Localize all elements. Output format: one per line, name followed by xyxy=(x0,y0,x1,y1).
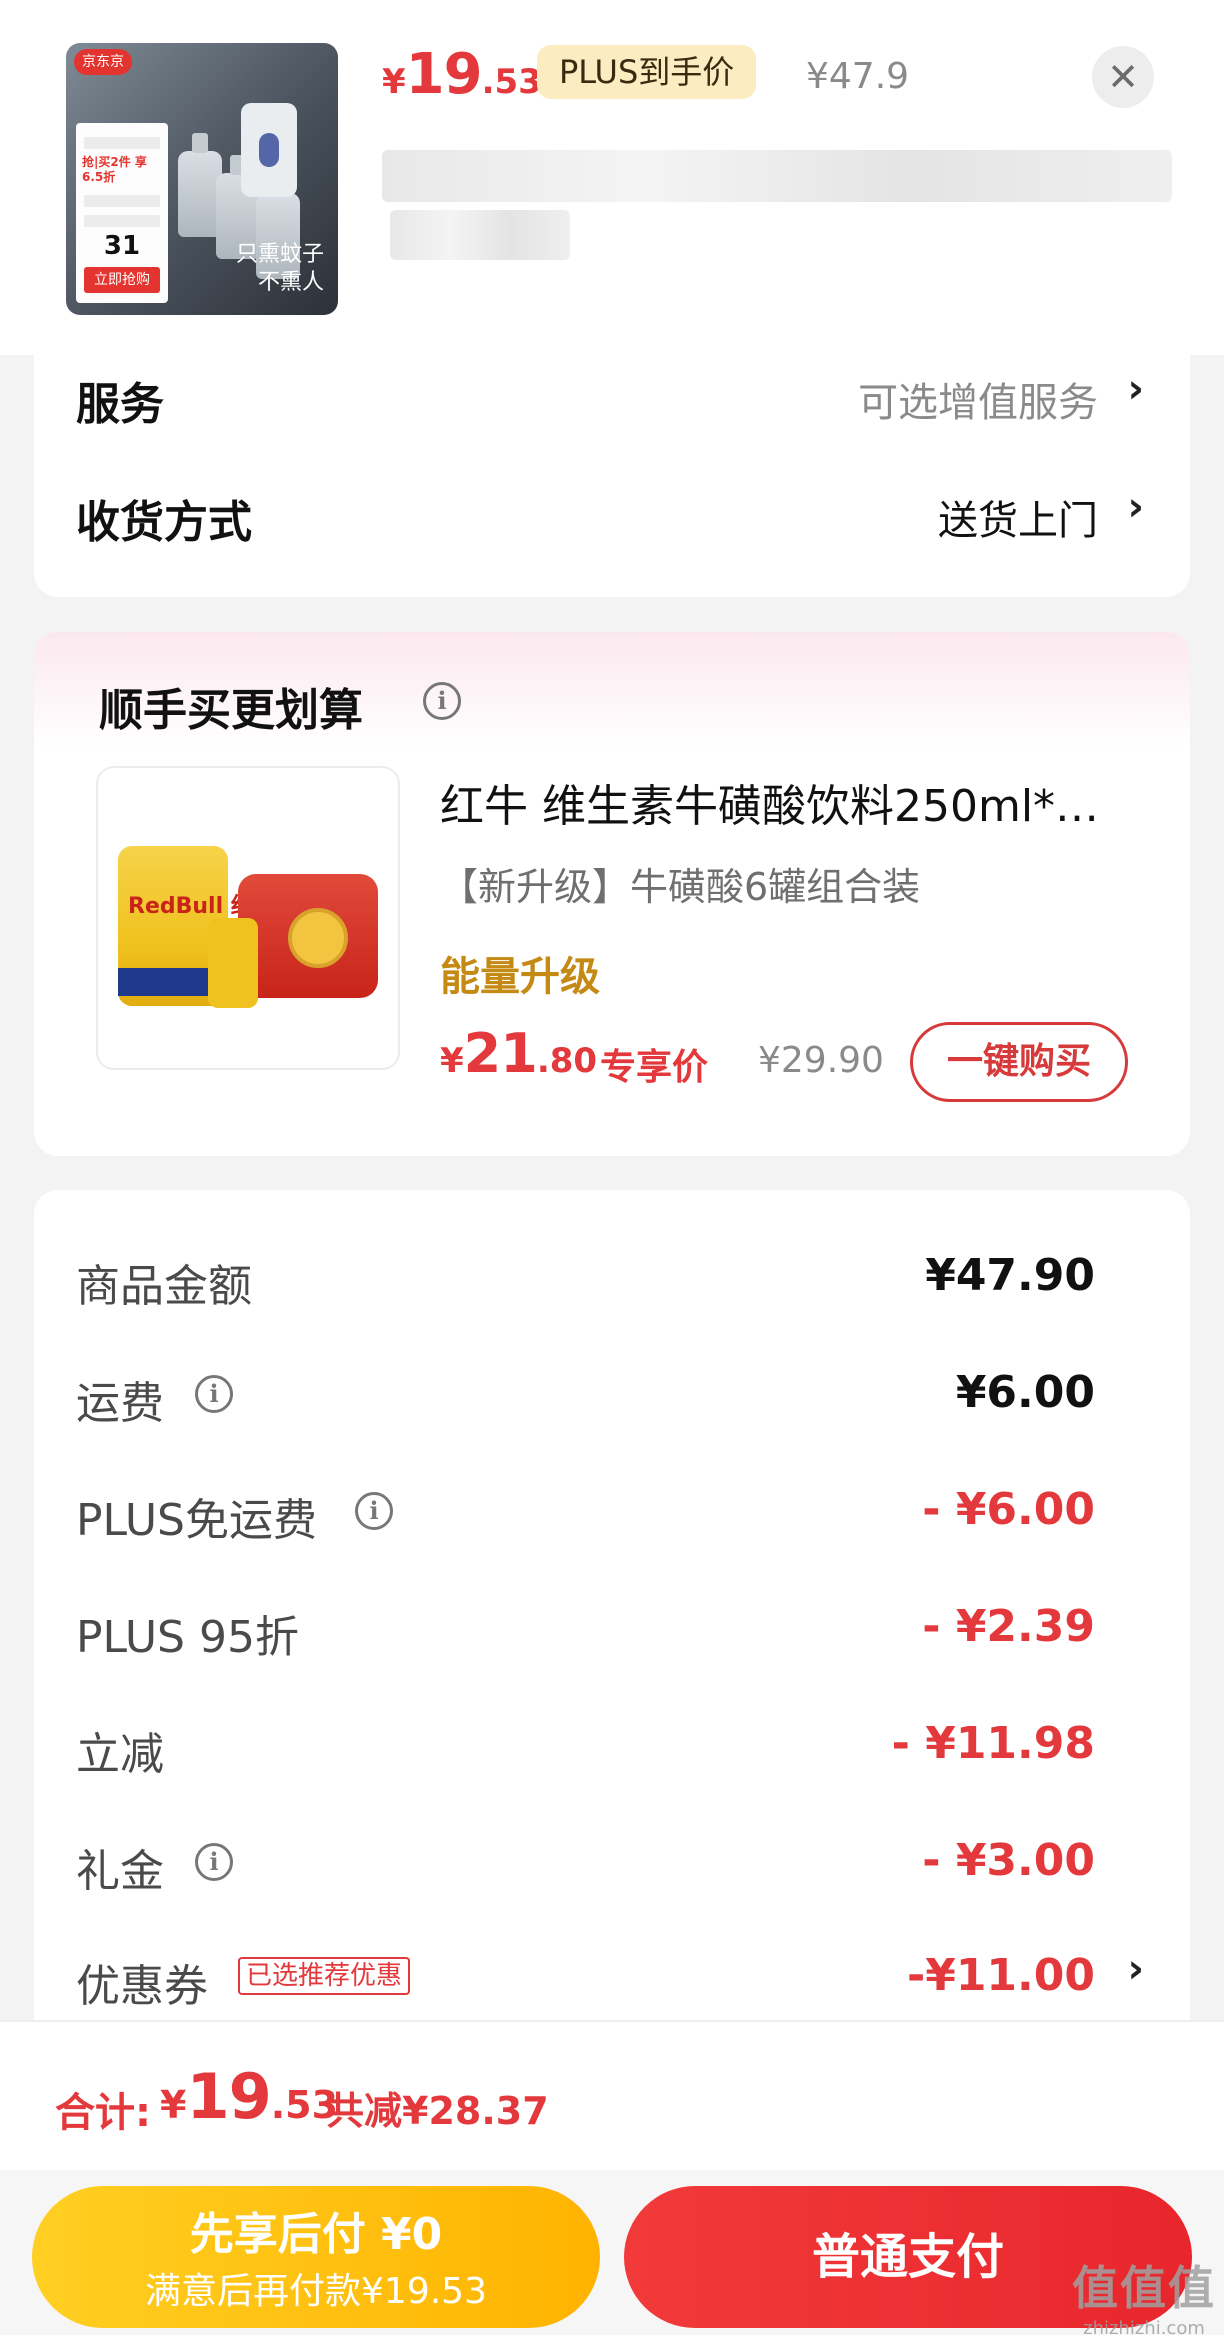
pay-later-subtitle: 满意后再付款¥19.53 xyxy=(145,2271,487,2312)
pay-later-button[interactable]: 先享后付 ¥0 满意后再付款¥19.53 xyxy=(32,2186,600,2328)
summary-label: 立减 xyxy=(76,1729,164,1780)
thumbnail-promo-card: 抢|买2件 享6.5折 31 立即抢购 xyxy=(76,123,168,303)
total-label: 合计: xyxy=(55,2090,151,2136)
pay-later-title: 先享后付 ¥0 xyxy=(189,2209,443,2260)
info-icon[interactable]: i xyxy=(195,1843,233,1881)
chevron-right-icon[interactable]: › xyxy=(1128,366,1144,412)
delivery-value[interactable]: 送货上门 xyxy=(938,488,1098,546)
promo-line xyxy=(84,215,160,227)
price-integer: 21 xyxy=(463,1022,538,1085)
info-icon[interactable]: i xyxy=(195,1375,233,1413)
selling-price: ¥ 19 .53 xyxy=(382,42,542,112)
summary-label: PLUS 95折 xyxy=(76,1612,299,1663)
info-icon[interactable]: i xyxy=(423,682,461,720)
caption-line: 不熏人 xyxy=(257,270,324,295)
recommend-title: 顺手买更划算 xyxy=(99,685,363,736)
summary-value: - ¥2.39 xyxy=(922,1601,1095,1652)
site-watermark: 值值值 zhizhizhi.com xyxy=(1072,2252,1216,2335)
currency-symbol: ¥ xyxy=(382,62,406,102)
summary-label: 优惠券 xyxy=(76,1961,208,2012)
device-image xyxy=(241,103,297,197)
recommend-original-price: ¥29.90 xyxy=(758,1040,884,1081)
chevron-right-icon[interactable]: › xyxy=(1128,1946,1144,1992)
product-header: 抢|买2件 享6.5折 31 立即抢购 京东京 只熏蚊子 不熏人 ¥ 19 .5… xyxy=(0,0,1224,355)
watermark-logo: 值值值 xyxy=(1072,2261,1216,2315)
summary-label: 商品金额 xyxy=(76,1261,252,1312)
exclusive-price-label: 专享价 xyxy=(600,1047,709,1088)
promo-line xyxy=(84,137,160,149)
recommend-price: ¥ 21 .80 xyxy=(440,1022,597,1085)
info-icon[interactable]: i xyxy=(355,1492,393,1530)
currency-symbol: ¥ xyxy=(160,2083,187,2127)
one-click-buy-button[interactable]: 一键购买 xyxy=(910,1022,1128,1102)
redacted-title xyxy=(390,210,570,260)
price-integer: 19 xyxy=(186,2060,271,2133)
summary-value: - ¥6.00 xyxy=(922,1484,1095,1535)
price-integer: 19 xyxy=(405,42,483,107)
product-subtitle: 【新升级】牛磺酸6罐组合装 xyxy=(440,865,921,909)
service-value[interactable]: 可选增值服务 xyxy=(858,370,1098,428)
can-image xyxy=(208,918,258,1008)
product-thumbnail[interactable]: 抢|买2件 享6.5折 31 立即抢购 京东京 只熏蚊子 不熏人 xyxy=(66,43,338,315)
product-name[interactable]: 红牛 维生素牛磺酸饮料250ml*… xyxy=(440,770,1160,834)
watermark-url: zhizhizhi.com xyxy=(1083,2318,1205,2335)
price-decimal: .80 xyxy=(536,1041,598,1081)
currency-symbol: ¥ xyxy=(440,1041,464,1081)
summary-label: PLUS免运费 xyxy=(76,1495,317,1546)
thumbnail-caption: 只熏蚊子 不熏人 xyxy=(236,241,324,297)
coupon-value[interactable]: -¥11.00 xyxy=(907,1950,1095,2001)
close-button[interactable]: ✕ xyxy=(1092,46,1154,108)
delivery-label: 收货方式 xyxy=(76,497,252,548)
action-bar: 先享后付 ¥0 满意后再付款¥19.53 普通支付 xyxy=(0,2170,1224,2335)
service-label: 服务 xyxy=(76,379,164,430)
total-savings: 共减¥28.37 xyxy=(326,2089,549,2133)
can-logo xyxy=(288,908,348,968)
summary-value: ¥6.00 xyxy=(955,1367,1095,1418)
product-image[interactable]: RedBull 红牛 xyxy=(96,766,400,1070)
thumbnail-promo-text: 抢|买2件 享6.5折 xyxy=(82,155,147,184)
thumbnail-big-number: 31 xyxy=(103,231,141,261)
plus-price-tag: PLUS到手价 xyxy=(537,45,757,99)
summary-value: - ¥11.98 xyxy=(891,1718,1095,1769)
total-price: ¥ 19 .53 xyxy=(160,2060,338,2133)
price-summary-card: 商品金额 ¥47.90 运费 i ¥6.00 PLUS免运费 i - ¥6.00… xyxy=(34,1190,1190,2050)
summary-value: ¥47.90 xyxy=(925,1250,1095,1301)
original-price: ¥47.9 xyxy=(806,56,910,97)
product-tag: 能量升级 xyxy=(440,954,600,1000)
promo-line xyxy=(84,195,160,207)
service-card: 服务 可选增值服务 › 收货方式 送货上门 › xyxy=(34,330,1190,597)
summary-label: 运费 xyxy=(76,1378,164,1429)
redacted-title xyxy=(382,150,1172,202)
thumbnail-brand-badge: 京东京 xyxy=(74,49,132,75)
summary-value: - ¥3.00 xyxy=(922,1835,1095,1886)
total-bar: 合计: ¥ 19 .53 共减¥28.37 xyxy=(0,2020,1224,2170)
thumbnail-buy-text: 立即抢购 xyxy=(94,272,150,288)
price-decimal: .53 xyxy=(481,62,542,102)
chevron-right-icon[interactable]: › xyxy=(1128,484,1144,530)
coupon-recommend-tag: 已选推荐优惠 xyxy=(238,1957,411,1995)
caption-line: 只熏蚊子 xyxy=(235,242,324,267)
summary-label: 礼金 xyxy=(76,1846,164,1897)
thumbnail-buy-strip: 立即抢购 xyxy=(84,267,160,293)
recommend-card: 顺手买更划算 i RedBull 红牛 红牛 维生素牛磺酸饮料250ml*… 【… xyxy=(34,632,1190,1156)
